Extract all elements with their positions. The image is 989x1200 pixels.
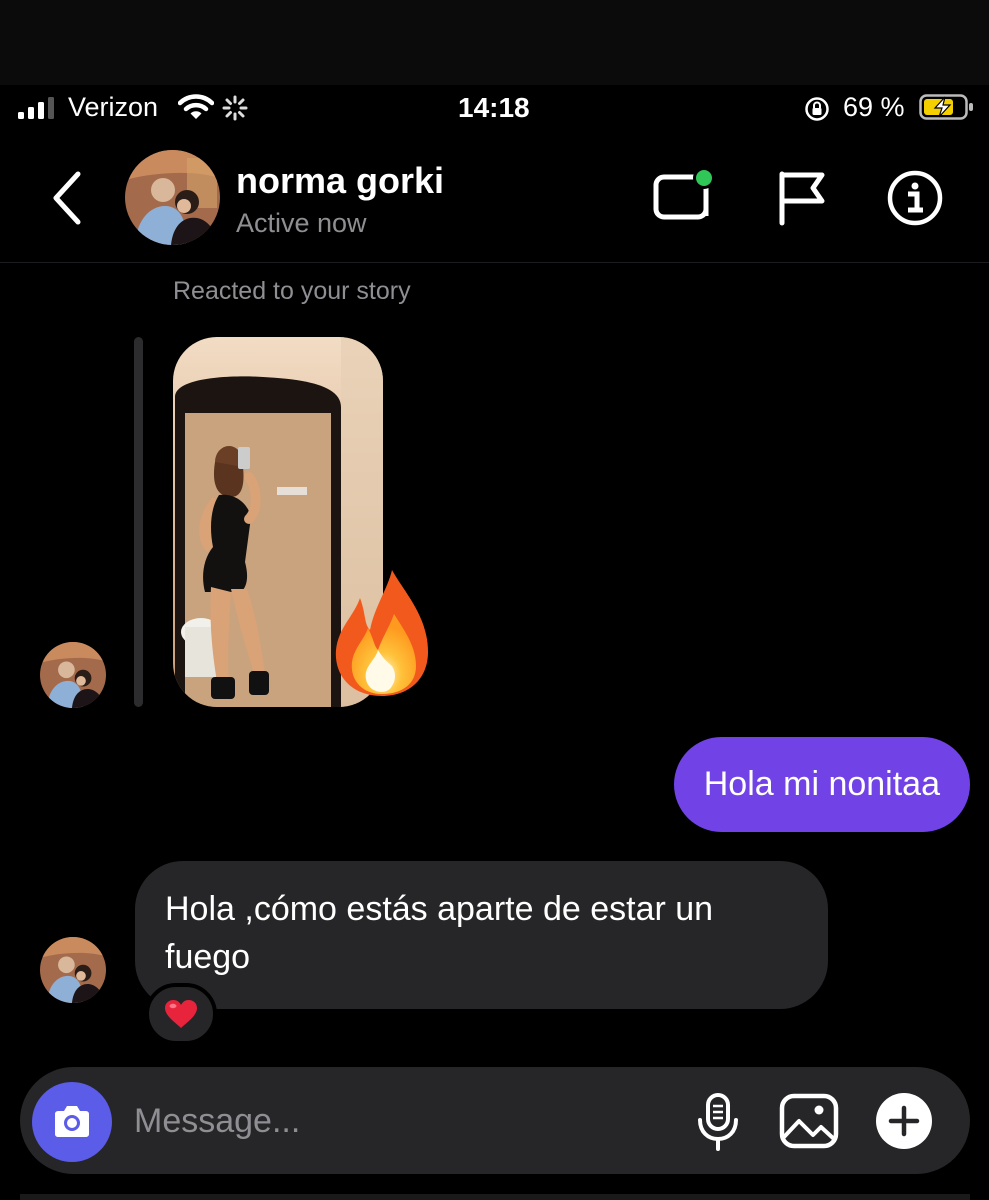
outgoing-message-bubble[interactable]: Hola mi nonitaa <box>673 737 970 832</box>
header-divider <box>0 262 989 263</box>
wifi-icon <box>178 94 214 119</box>
fire-emoji-reaction-icon <box>335 570 428 696</box>
gallery-icon[interactable] <box>779 1093 839 1149</box>
camera-button[interactable] <box>32 1082 112 1162</box>
carrier-name: Verizon <box>68 92 159 122</box>
contact-active-status: Active now <box>236 208 367 238</box>
orientation-lock-icon <box>805 97 829 121</box>
message-reaction-badge[interactable] <box>145 983 217 1045</box>
sender-avatar[interactable] <box>40 642 106 708</box>
incoming-message-bubble[interactable]: Hola ,cómo estás aparte de estar un fueg… <box>135 861 828 1009</box>
signal-strength-icon <box>18 97 54 119</box>
video-call-icon[interactable] <box>652 166 718 222</box>
home-indicator-strip <box>20 1194 970 1200</box>
report-flag-icon[interactable] <box>777 170 829 226</box>
top-strip <box>0 0 989 85</box>
microphone-icon[interactable] <box>696 1092 740 1152</box>
camera-icon <box>55 1106 89 1137</box>
back-arrow-icon[interactable] <box>48 170 86 226</box>
sender-avatar[interactable] <box>40 937 106 1003</box>
info-icon[interactable] <box>887 170 943 226</box>
battery-charging-icon <box>919 94 973 120</box>
story-reaction-caption: Reacted to your story <box>173 277 411 305</box>
contact-name: norma gorki <box>236 160 445 201</box>
add-plus-icon[interactable] <box>875 1092 933 1150</box>
message-input[interactable] <box>134 1095 664 1147</box>
battery-percent: 69 % <box>843 92 905 122</box>
status-time: 14:18 <box>458 92 530 123</box>
heart-emoji-icon <box>165 1000 197 1028</box>
contact-avatar[interactable] <box>125 150 220 245</box>
activity-spinner-icon <box>222 95 248 121</box>
story-reply-bar <box>134 337 143 707</box>
